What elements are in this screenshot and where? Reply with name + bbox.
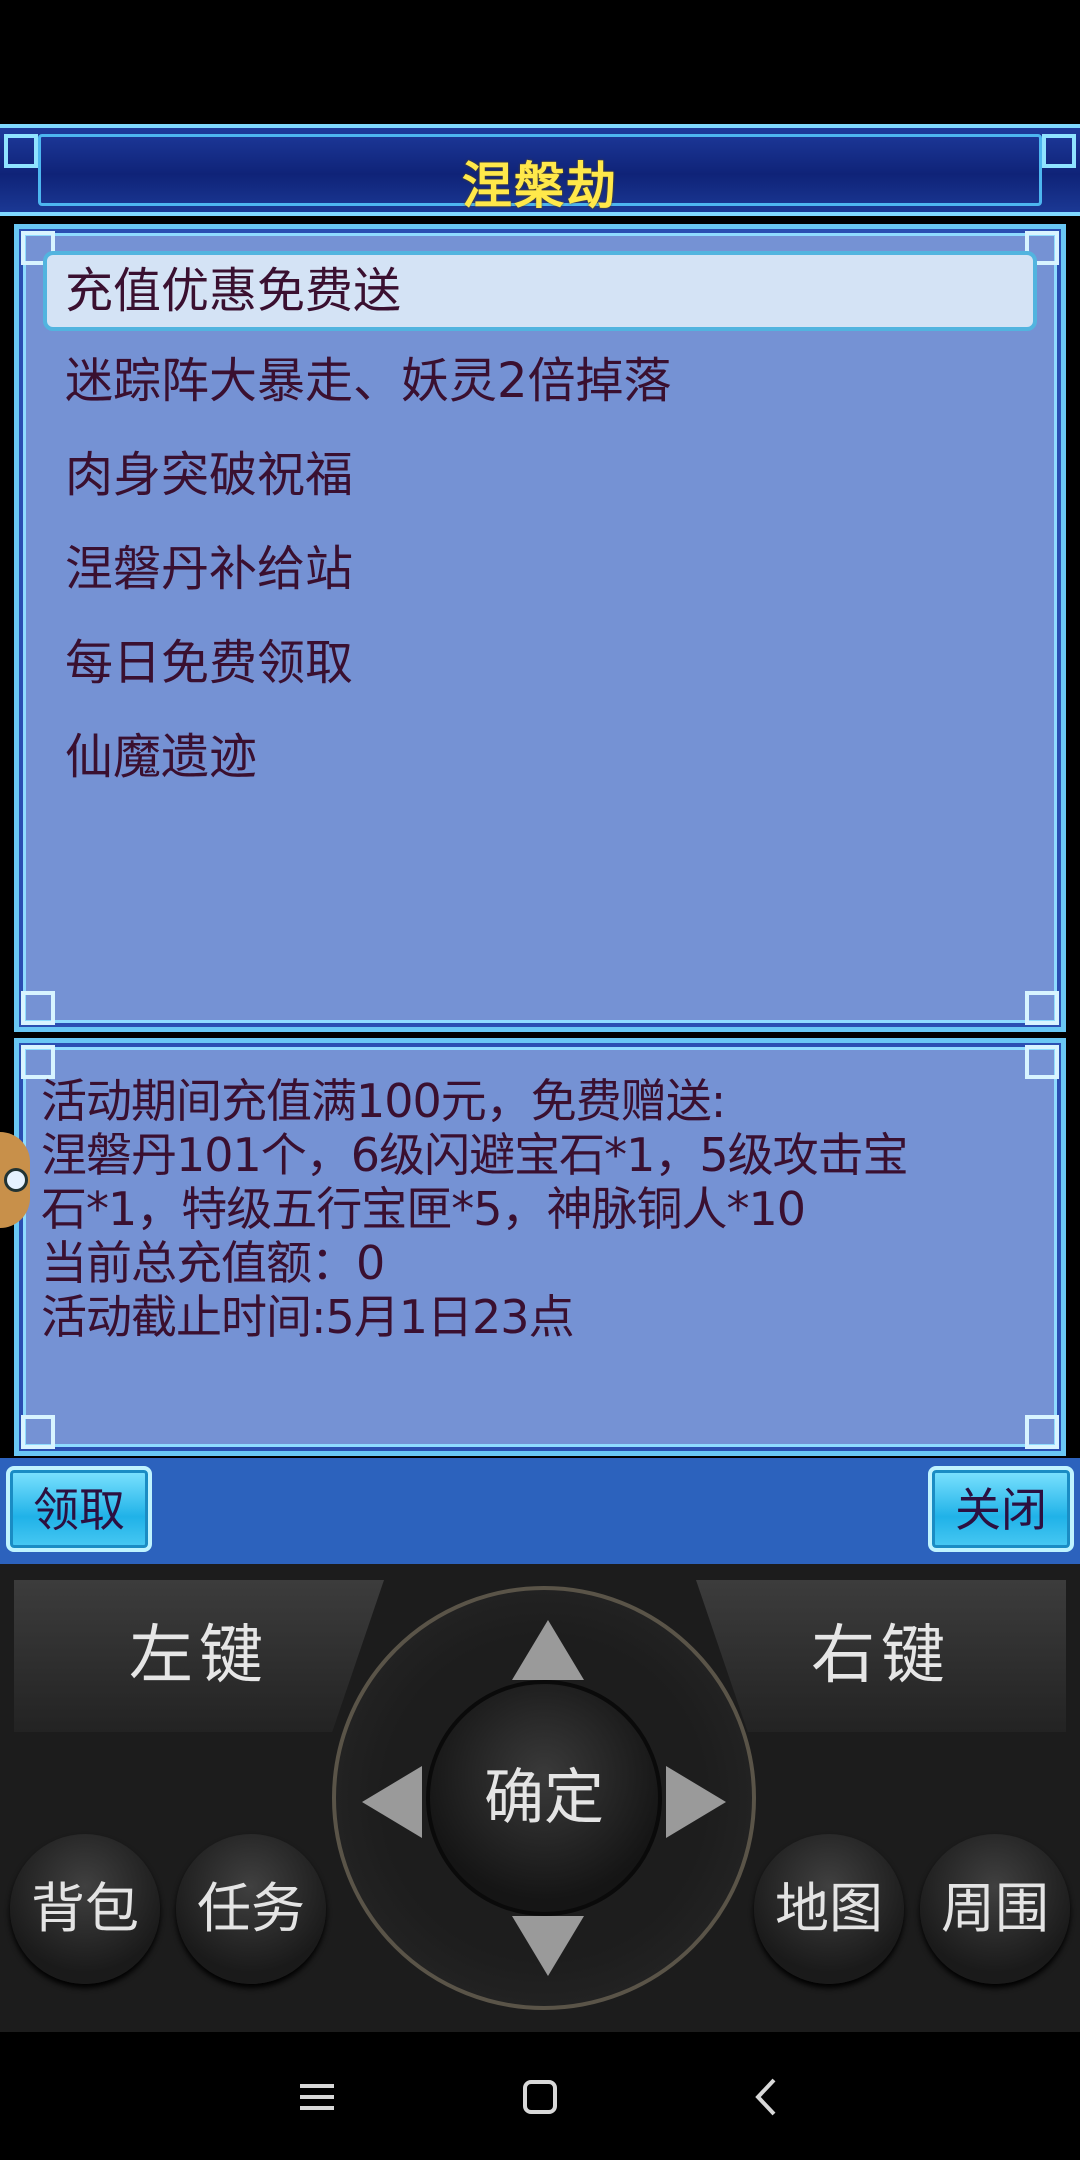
menu-item-body-breakthrough[interactable]: 肉身突破祝福 (43, 435, 1037, 515)
menu-item-maze-rampage[interactable]: 迷踪阵大暴走、妖灵2倍掉落 (43, 341, 1037, 421)
corner-ornament (1025, 1415, 1059, 1449)
menu-item-daily-free[interactable]: 每日免费领取 (43, 623, 1037, 703)
dpad-right-arrow-icon[interactable] (666, 1766, 726, 1838)
virtual-keypad: 左键 右键 确定 背包 任务 地图 周围 (0, 1564, 1080, 2032)
direction-pad: 确定 (332, 1586, 756, 2010)
activity-list-panel: 充值优惠免费送 迷踪阵大暴走、妖灵2倍掉落 肉身突破祝福 涅磐丹补给站 每日免费… (14, 224, 1066, 1032)
corner-ornament (1025, 1045, 1059, 1079)
menu-icon[interactable] (282, 2062, 352, 2132)
system-nav-bar (0, 2032, 1080, 2160)
close-button[interactable]: 关闭 (928, 1466, 1074, 1552)
left-soft-key[interactable]: 左键 (14, 1580, 384, 1732)
ok-button[interactable]: 确定 (426, 1680, 662, 1916)
corner-ornament (1042, 134, 1076, 168)
home-icon[interactable] (505, 2062, 575, 2132)
dpad-up-arrow-icon[interactable] (512, 1620, 584, 1680)
menu-item-ruins[interactable]: 仙魔遗迹 (43, 717, 1037, 797)
description-line: 活动截止时间:5月1日23点 (41, 1290, 575, 1344)
dpad-left-arrow-icon[interactable] (362, 1766, 422, 1838)
quest-button[interactable]: 任务 (176, 1834, 326, 1984)
back-icon[interactable] (732, 2062, 802, 2132)
dialog-button-bar: 领取 关闭 (0, 1458, 1080, 1564)
corner-ornament (1025, 991, 1059, 1025)
menu-item-recharge-gift[interactable]: 充值优惠免费送 (43, 251, 1037, 331)
right-soft-key[interactable]: 右键 (696, 1580, 1066, 1732)
menu-item-nirvana-pill-supply[interactable]: 涅磐丹补给站 (43, 529, 1037, 609)
dpad-down-arrow-icon[interactable] (512, 1916, 584, 1976)
bag-button[interactable]: 背包 (10, 1834, 160, 1984)
corner-ornament (4, 134, 38, 168)
map-button[interactable]: 地图 (754, 1834, 904, 1984)
claim-button[interactable]: 领取 (6, 1466, 152, 1552)
nearby-button[interactable]: 周围 (920, 1834, 1070, 1984)
activity-description-panel: 活动期间充值满100元，免费赠送: 涅磐丹101个，6级闪避宝石*1，5级攻击宝… (14, 1038, 1066, 1456)
corner-ornament (21, 1415, 55, 1449)
dialog-title: 涅槃劫 (462, 157, 618, 215)
mascot-peek-icon (0, 1132, 30, 1228)
corner-ornament (21, 991, 55, 1025)
dialog-title-bar: 涅槃劫 (0, 124, 1080, 216)
